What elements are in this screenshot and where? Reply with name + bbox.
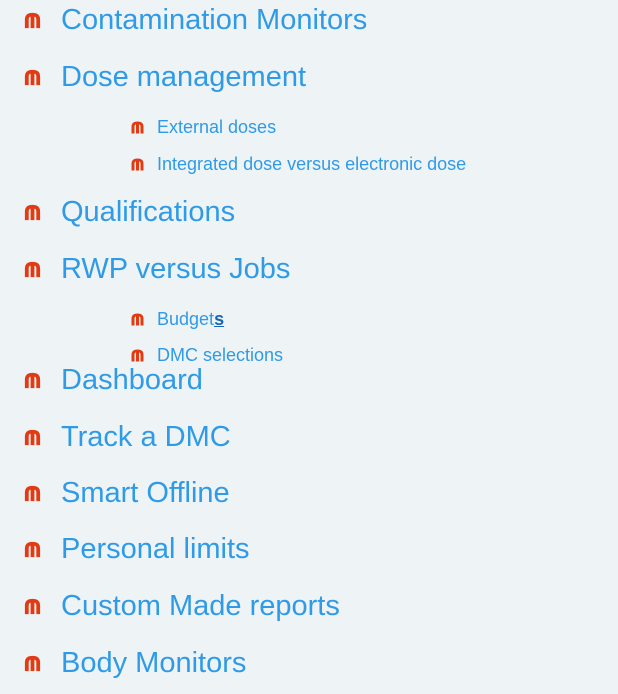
m-icon	[130, 312, 145, 327]
m-icon	[130, 348, 145, 363]
list-item-track-a-dmc[interactable]: Track a DMC	[23, 419, 231, 455]
m-icon	[130, 157, 145, 172]
list-item-contamination-monitors[interactable]: Contamination Monitors	[23, 2, 367, 38]
list-item-smart-offline[interactable]: Smart Offline	[23, 475, 230, 511]
list-item-rwp-versus-jobs[interactable]: RWP versus Jobs	[23, 251, 290, 287]
list-item-label: Dose management	[61, 60, 307, 93]
m-icon	[130, 120, 145, 135]
list-item-integrated-dose[interactable]: Integrated dose versus electronic dose	[130, 152, 466, 176]
list-item-label: Custom Made reports	[61, 589, 340, 622]
list-item-dashboard[interactable]: Dashboard	[23, 362, 203, 398]
m-icon	[23, 203, 42, 222]
list-item-label: Integrated dose versus electronic dose	[157, 153, 467, 174]
list-item-label: Personal limits	[61, 532, 250, 565]
list-item-custom-made-reports[interactable]: Custom Made reports	[23, 588, 340, 624]
m-icon	[23, 260, 42, 279]
list-item-label: Smart Offline	[61, 476, 230, 509]
m-icon	[23, 654, 42, 673]
list-item-label: External doses	[157, 116, 277, 137]
budgets-link[interactable]: s	[214, 309, 224, 329]
list-item-personal-limits[interactable]: Personal limits	[23, 531, 250, 567]
m-icon	[23, 597, 42, 616]
m-icon	[23, 68, 42, 87]
list-item-label: Dashboard	[61, 363, 203, 396]
list-item-label: Qualifications	[61, 195, 236, 228]
list-item-external-doses[interactable]: External doses	[130, 115, 276, 139]
list-item-label: Body Monitors	[61, 646, 247, 679]
list-item-body-monitors[interactable]: Body Monitors	[23, 645, 246, 681]
list-item-dose-management[interactable]: Dose management	[23, 59, 306, 95]
m-icon	[23, 540, 42, 559]
list-item-label: Contamination Monitors	[61, 3, 368, 36]
list-item-qualifications[interactable]: Qualifications	[23, 194, 235, 230]
m-icon	[23, 371, 42, 390]
budget-label-text: Budget	[157, 308, 215, 329]
list-item-label: Budgets	[157, 309, 224, 330]
list-item-budgets[interactable]: Budgets	[130, 307, 224, 331]
list-item-label: RWP versus Jobs	[61, 252, 291, 285]
m-icon	[23, 484, 42, 503]
m-icon	[23, 11, 42, 30]
list-item-label: Track a DMC	[61, 420, 231, 453]
m-icon	[23, 428, 42, 447]
